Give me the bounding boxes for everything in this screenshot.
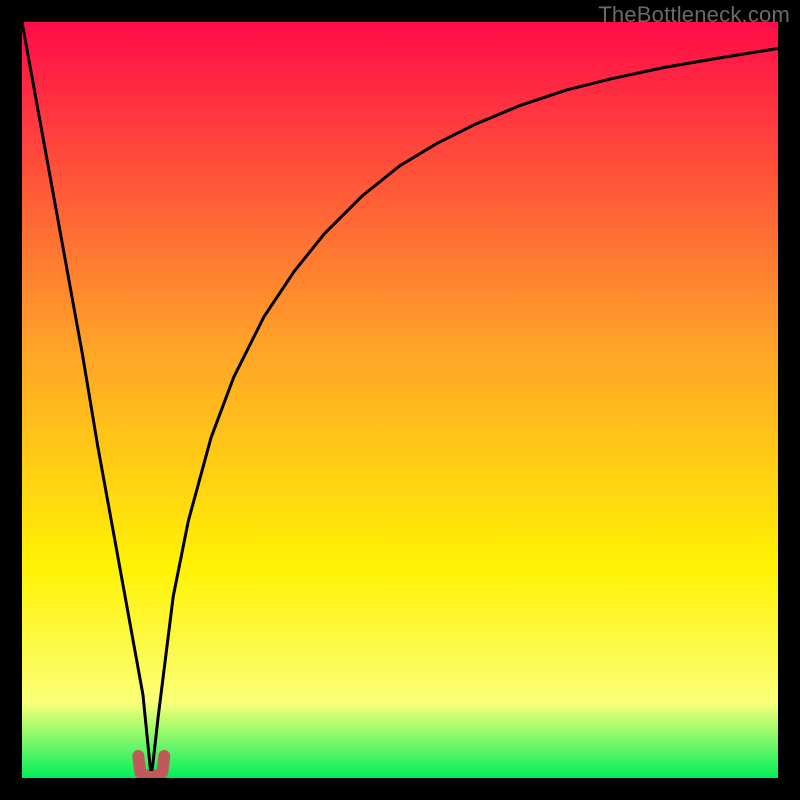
- bottleneck-svg: [22, 22, 778, 778]
- chart-frame: TheBottleneck.com: [0, 0, 800, 800]
- plot-area: [22, 22, 778, 778]
- gradient-background: [22, 22, 778, 778]
